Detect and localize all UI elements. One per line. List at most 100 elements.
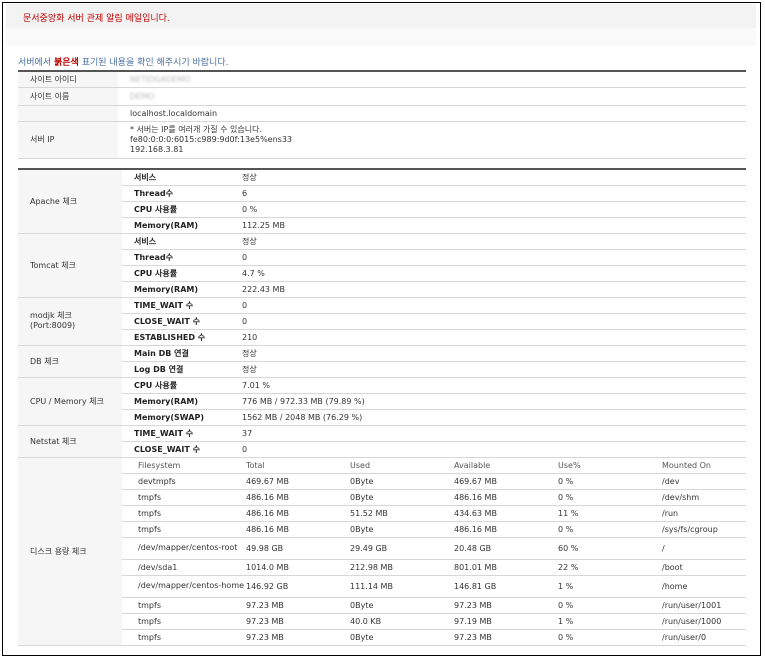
tomcat-value: 222.43 MB	[230, 281, 746, 298]
apache-label: Apache 체크	[18, 169, 122, 234]
server-ip-label: 서버 IP	[18, 121, 118, 159]
hostname-row: localhost.localdomain	[18, 105, 746, 122]
table-row: tmpfs 97.23 MB 0Byte 97.23 MB 0 %/run/user/1…	[18, 597, 746, 614]
cpumem-row: Memory(RAM) 776 MB / 972.33 MB (79.89 %)	[18, 393, 746, 410]
notice-highlight: 붉은색	[53, 58, 79, 68]
disk-header-row: 디스크 용량 체크 Filesystem Total Used Availabl…	[18, 457, 746, 646]
apache-row: CPU 사용률 0 %	[18, 201, 746, 218]
db-key: Main DB 연결	[122, 345, 230, 362]
check-table: Apache 체크 서비스 정상 Thread수 6 CPU 사용률 0 % M…	[18, 168, 746, 646]
site-id-value: NETIDGADEMO	[130, 74, 191, 84]
db-value: 정상	[230, 345, 746, 362]
tomcat-label: Tomcat 체크	[18, 233, 122, 298]
modjk-row: CLOSE_WAIT 수 0	[18, 313, 746, 330]
modjk-label: modjk 체크 (Port:8009)	[18, 297, 122, 346]
cpumem-label: CPU / Memory 체크	[18, 377, 122, 426]
tomcat-row: CPU 사용률 4.7 %	[18, 265, 746, 282]
table-row: tmpfs 486.16 MB 0Byte 486.16 MB 0 %/sys/fs/c…	[18, 521, 746, 538]
apache-value: 6	[230, 185, 746, 202]
tomcat-value: 4.7 %	[230, 265, 746, 282]
site-name-label: 사이트 이름	[18, 87, 118, 106]
table-row: devtmpfs 469.67 MB 0Byte 469.67 MB 0 %/dev	[18, 473, 746, 490]
modjk-value: 210	[230, 329, 746, 346]
table-row: tmpfs 486.16 MB 0Byte 486.16 MB 0 %/dev/shm	[18, 489, 746, 506]
apache-value: 정상	[230, 169, 746, 186]
modjk-key: CLOSE_WAIT 수	[122, 313, 230, 330]
disk-col-usepct: Use%	[558, 460, 581, 470]
mail-header: 문서중앙화 서버 관제 알림 메일입니다.	[6, 4, 756, 29]
notice-text: 서버에서 붉은색 표기된 내용을 확인 해주시기 바랍니다.	[18, 55, 228, 68]
modjk-key: ESTABLISHED 수	[122, 329, 230, 346]
cpumem-value: 7.01 %	[230, 377, 746, 394]
modjk-value: 0	[230, 297, 746, 314]
netstat-row: CLOSE_WAIT 수 0	[18, 441, 746, 458]
cpumem-key: Memory(SWAP)	[122, 409, 230, 426]
table-row: /dev/mapper/centos-home 146.92 GB 111.14 M…	[18, 575, 746, 598]
site-name-row: 사이트 이름 DEMO	[18, 87, 746, 106]
site-name-value: DEMO	[130, 91, 155, 101]
tomcat-value: 정상	[230, 233, 746, 250]
tomcat-row: Tomcat 체크 서비스 정상	[18, 233, 746, 298]
tomcat-key: CPU 사용률	[122, 265, 230, 282]
table-row: tmpfs 97.23 MB 40.0 KB 97.19 MB 1 %/run/user…	[18, 613, 746, 630]
table-row: tmpfs 486.16 MB 51.52 MB 434.63 MB 11 %/run	[18, 505, 746, 522]
table-row: tmpfs 97.23 MB 0Byte 97.23 MB 0 %/run/user/0	[18, 629, 746, 646]
apache-key: Thread수	[122, 185, 230, 202]
cpumem-key: CPU 사용률	[122, 377, 230, 394]
apache-row: Memory(RAM) 112.25 MB	[18, 217, 746, 234]
tomcat-key: 서비스	[122, 233, 230, 250]
cpumem-value: 1562 MB / 2048 MB (76.29 %)	[230, 409, 746, 426]
cpumem-row: CPU / Memory 체크 CPU 사용률 7.01 %	[18, 377, 746, 426]
apache-value: 112.25 MB	[230, 217, 746, 234]
hostname-value: localhost.localdomain	[118, 105, 746, 122]
mail-subheader	[6, 28, 756, 46]
db-label: DB 체크	[18, 345, 122, 378]
apache-key: CPU 사용률	[122, 201, 230, 218]
modjk-row: modjk 체크 (Port:8009) TIME_WAIT 수 0	[18, 297, 746, 346]
tomcat-value: 0	[230, 249, 746, 266]
disk-col-mounted: Mounted On	[662, 460, 711, 470]
site-id-row: 사이트 아이디 NETIDGADEMO	[18, 71, 746, 88]
modjk-row: ESTABLISHED 수 210	[18, 329, 746, 346]
table-row: /dev/sda1 1014.0 MB 212.98 MB 801.01 MB 22 %…	[18, 559, 746, 576]
disk-label: 디스크 용량 체크	[18, 457, 122, 646]
netstat-row: Netstat 체크 TIME_WAIT 수 37	[18, 425, 746, 458]
site-id-label: 사이트 아이디	[18, 71, 118, 88]
server-ip-ipv4: 192.168.3.81	[130, 144, 184, 154]
server-ip-note: * 서버는 IP를 여러개 가질 수 있습니다.	[130, 124, 263, 134]
modjk-label-port: (Port:8009)	[30, 321, 76, 330]
apache-row: Thread수 6	[18, 185, 746, 202]
notice-suffix: 표기된 내용을 확인 해주시기 바랍니다.	[78, 58, 229, 68]
netstat-key: CLOSE_WAIT 수	[122, 441, 230, 458]
netstat-label: Netstat 체크	[18, 425, 122, 458]
tomcat-row: Thread수 0	[18, 249, 746, 266]
server-ip-ipv6: fe80:0:0:0:6015:c989:9d0f:13e5%ens33	[130, 134, 293, 144]
server-ip-row: 서버 IP * 서버는 IP를 여러개 가질 수 있습니다. fe80:0:0:…	[18, 121, 746, 159]
tomcat-key: Memory(RAM)	[122, 281, 230, 298]
disk-col-filesystem: Filesystem	[138, 460, 181, 470]
cpumem-row: Memory(SWAP) 1562 MB / 2048 MB (76.29 %)	[18, 409, 746, 426]
apache-value: 0 %	[230, 201, 746, 218]
apache-key: 서비스	[122, 169, 230, 186]
modjk-label-title: modjk 체크	[30, 311, 72, 320]
disk-col-used: Used	[350, 460, 371, 470]
modjk-key: TIME_WAIT 수	[122, 297, 230, 314]
netstat-value: 0	[230, 441, 746, 458]
disk-col-available: Available	[454, 460, 491, 470]
disk-col-total: Total	[246, 460, 265, 470]
notice-prefix: 서버에서	[18, 58, 54, 68]
db-key: Log DB 연결	[122, 361, 230, 378]
table-row: /dev/mapper/centos-root 49.98 GB 29.49 GB 2…	[18, 537, 746, 560]
apache-row: Apache 체크 서비스 정상	[18, 169, 746, 234]
apache-key: Memory(RAM)	[122, 217, 230, 234]
db-row: Log DB 연결 정상	[18, 361, 746, 378]
db-row: DB 체크 Main DB 연결 정상	[18, 345, 746, 378]
modjk-value: 0	[230, 313, 746, 330]
netstat-key: TIME_WAIT 수	[122, 425, 230, 442]
netstat-value: 37	[230, 425, 746, 442]
site-info-table: 사이트 아이디 NETIDGADEMO 사이트 이름 DEMO localhos…	[18, 70, 746, 159]
cpumem-key: Memory(RAM)	[122, 393, 230, 410]
tomcat-row: Memory(RAM) 222.43 MB	[18, 281, 746, 298]
db-value: 정상	[230, 361, 746, 378]
cpumem-value: 776 MB / 972.33 MB (79.89 %)	[230, 393, 746, 410]
